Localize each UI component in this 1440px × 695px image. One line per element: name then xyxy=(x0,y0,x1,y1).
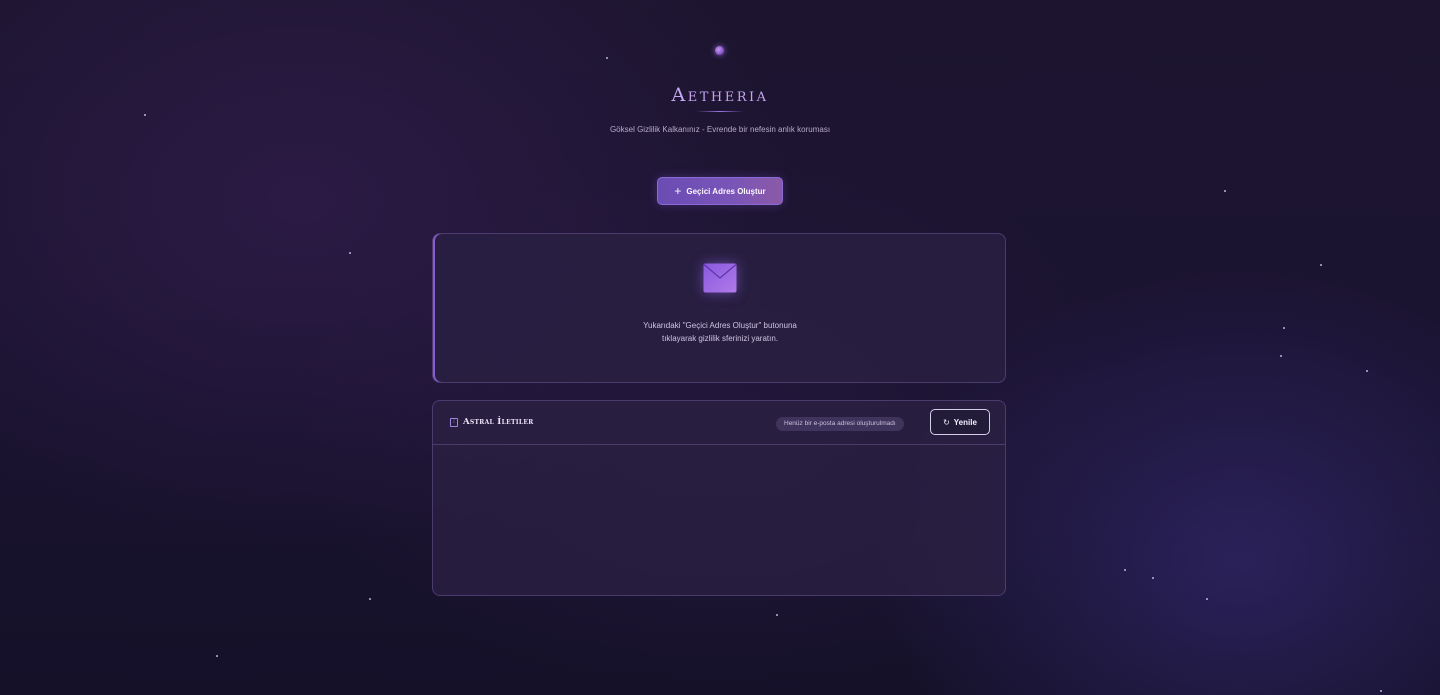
star xyxy=(1366,370,1368,372)
empty-message-line-1: Yukarıdaki "Geçici Adres Oluştur" butonu… xyxy=(643,321,797,330)
refresh-icon: ↻ xyxy=(943,417,950,427)
address-card: Yukarıdaki "Geçici Adres Oluştur" butonu… xyxy=(432,233,1006,383)
inbox-card: ⁞ Astral İletiler Henüz bir e-posta adre… xyxy=(432,400,1006,596)
star xyxy=(1280,355,1282,357)
inbox-title: Astral İletiler xyxy=(463,417,534,427)
status-badge: Henüz bir e-posta adresi oluşturulmadı xyxy=(776,417,904,431)
star xyxy=(1380,690,1382,692)
star xyxy=(1320,264,1322,266)
empty-message-line-2: tıklayarak gizlilik sferinizi yaratın. xyxy=(661,334,779,343)
envelope-icon xyxy=(703,263,737,293)
star xyxy=(144,114,146,116)
generate-address-button[interactable]: + Geçici Adres Oluştur xyxy=(657,177,783,205)
refresh-label: Yenile xyxy=(953,417,977,427)
refresh-button[interactable]: ↻ Yenile xyxy=(930,409,990,435)
star xyxy=(1283,327,1285,329)
star xyxy=(216,655,218,657)
star xyxy=(349,252,351,254)
star xyxy=(369,598,371,600)
inbox-title-group: ⁞ Astral İletiler xyxy=(450,417,534,427)
plus-icon: + xyxy=(674,183,682,198)
star xyxy=(776,614,778,616)
inbox-header: ⁞ Astral İletiler Henüz bir e-posta adre… xyxy=(433,401,1005,445)
star xyxy=(1206,598,1208,600)
star xyxy=(1224,190,1226,192)
logo-underline xyxy=(696,111,744,112)
app-logo: Aetheria xyxy=(0,84,1440,106)
generate-address-label: Geçici Adres Oluştur xyxy=(686,186,766,196)
star xyxy=(606,57,608,59)
tagline: Göksel Gizlilik Kalkanınız - Evrende bir… xyxy=(609,125,831,134)
star xyxy=(1152,577,1154,579)
empty-address-message: Yukarıdaki "Geçici Adres Oluştur" butonu… xyxy=(433,319,1007,345)
orb-ornament xyxy=(715,46,724,55)
inbox-icon: ⁞ xyxy=(450,417,458,427)
star xyxy=(1124,569,1126,571)
